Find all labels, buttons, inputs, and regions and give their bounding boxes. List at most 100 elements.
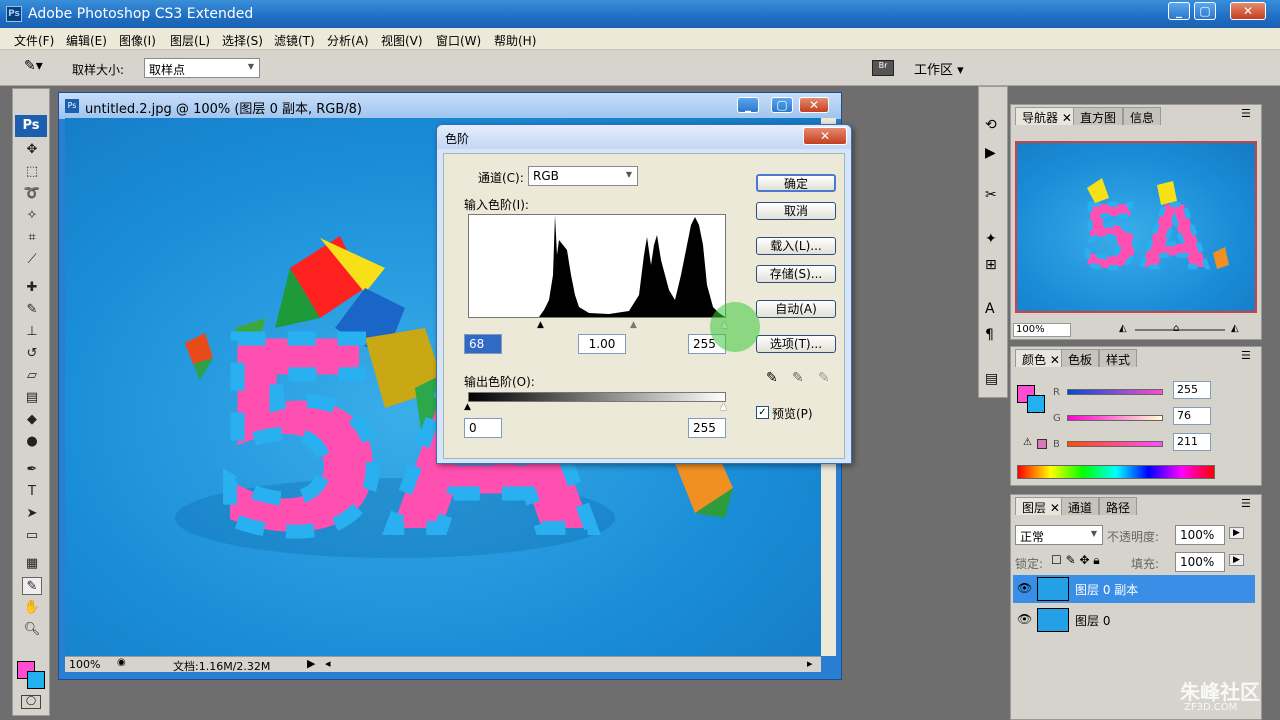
slice-tool-icon[interactable]: ⟋ xyxy=(22,251,42,269)
navigator-thumbnail[interactable]: 5A xyxy=(1015,141,1257,313)
history-icon[interactable]: ⟲ xyxy=(985,117,997,133)
scroll-left-icon[interactable]: ◂ xyxy=(325,657,331,670)
zoom-slider-handle[interactable]: ⌂ xyxy=(1173,323,1179,334)
doc-maximize-button[interactable]: ▢ xyxy=(771,97,793,113)
blur-tool-icon[interactable]: ◆ xyxy=(22,411,42,429)
save-button[interactable]: 存储(S)... xyxy=(756,265,836,283)
menu-image[interactable]: 图像(I) xyxy=(119,32,156,49)
doc-minimize-button[interactable]: _ xyxy=(737,97,759,113)
minimize-button[interactable]: _ xyxy=(1168,2,1190,20)
background-color-swatch[interactable] xyxy=(27,671,45,689)
fill-field[interactable]: 100% xyxy=(1175,552,1225,572)
r-slider[interactable] xyxy=(1067,389,1163,395)
tab-color[interactable]: 颜色 ✕ xyxy=(1015,349,1067,367)
paragraph-icon[interactable]: ¶ xyxy=(985,327,994,343)
menu-file[interactable]: 文件(F) xyxy=(14,32,54,49)
status-menu-arrow-icon[interactable]: ▶ xyxy=(307,657,315,670)
g-slider[interactable] xyxy=(1067,415,1163,421)
menu-analysis[interactable]: 分析(A) xyxy=(327,32,369,49)
input-black-field[interactable]: 68 xyxy=(464,334,502,354)
blend-mode-select[interactable]: 正常 ▼ xyxy=(1015,525,1103,545)
black-output-slider-handle[interactable]: ▲ xyxy=(464,402,471,412)
zoom-in-icon[interactable]: ◭ xyxy=(1231,323,1239,334)
actions-icon[interactable]: ▶ xyxy=(985,145,996,161)
layer-comps-icon[interactable]: ▤ xyxy=(985,371,998,387)
input-gamma-field[interactable]: 1.00 xyxy=(578,334,626,354)
tab-layers[interactable]: 图层 ✕ xyxy=(1015,497,1067,515)
gamut-warning-icon[interactable]: ⚠ xyxy=(1023,437,1032,448)
gray-eyedropper-icon[interactable]: ✎ xyxy=(792,370,804,386)
b-slider[interactable] xyxy=(1067,441,1163,447)
panel-menu-icon[interactable]: ☰ xyxy=(1241,349,1251,362)
fill-arrow-icon[interactable]: ▶ xyxy=(1229,554,1244,566)
eye-icon[interactable]: 👁︎ xyxy=(1017,612,1032,626)
clone-source-icon[interactable]: ⊞ xyxy=(985,257,997,273)
tab-styles[interactable]: 样式 xyxy=(1099,349,1138,367)
history-brush-icon[interactable]: ↺ xyxy=(22,345,42,363)
options-button[interactable]: 选项(T)... xyxy=(756,335,836,353)
r-value[interactable]: 255 xyxy=(1173,381,1211,399)
type-tool-icon[interactable]: T xyxy=(22,483,42,501)
ok-button[interactable]: 确定 xyxy=(756,174,836,192)
load-button[interactable]: 载入(L)... xyxy=(756,237,836,255)
scroll-right-icon[interactable]: ▸ xyxy=(807,657,813,670)
lasso-tool-icon[interactable]: ➰ xyxy=(22,185,42,203)
sample-size-select[interactable]: 取样点 ▼ xyxy=(144,58,260,78)
layer-row[interactable]: 👁︎ 图层 0 副本 xyxy=(1013,575,1255,603)
layer-row[interactable]: 👁︎ 图层 0 xyxy=(1013,606,1255,634)
tab-paths[interactable]: 路径 xyxy=(1099,497,1138,515)
eyedropper-tool-icon[interactable]: ✎ xyxy=(22,577,42,595)
menu-select[interactable]: 选择(S) xyxy=(222,32,263,49)
tab-histogram[interactable]: 直方图 xyxy=(1073,107,1124,125)
b-value[interactable]: 211 xyxy=(1173,433,1211,451)
white-eyedropper-icon[interactable]: ✎ xyxy=(818,370,830,386)
clone-stamp-icon[interactable]: ⊥ xyxy=(22,323,42,341)
auto-button[interactable]: 自动(A) xyxy=(756,300,836,318)
close-button[interactable]: ✕ xyxy=(1230,2,1266,20)
black-eyedropper-icon[interactable]: ✎ xyxy=(766,370,778,386)
tab-channels[interactable]: 通道 xyxy=(1061,497,1100,515)
eyedropper-icon[interactable]: ✎▾ xyxy=(24,58,52,78)
shape-tool-icon[interactable]: ▭ xyxy=(22,527,42,545)
menu-window[interactable]: 窗口(W) xyxy=(436,32,481,49)
menu-help[interactable]: 帮助(H) xyxy=(494,32,536,49)
bg-color-swatch[interactable] xyxy=(1027,395,1045,413)
zoom-tool-icon[interactable]: 🔍︎ xyxy=(22,621,42,639)
maximize-button[interactable]: ▢ xyxy=(1194,2,1216,20)
character-icon[interactable]: A xyxy=(985,301,995,317)
menu-edit[interactable]: 编辑(E) xyxy=(66,32,107,49)
opacity-field[interactable]: 100% xyxy=(1175,525,1225,545)
hand-tool-icon[interactable]: ✋ xyxy=(22,599,42,617)
workspace-button[interactable]: 工作区 ▾ xyxy=(914,59,964,78)
status-icon[interactable]: ◉ xyxy=(117,657,126,668)
opacity-arrow-icon[interactable]: ▶ xyxy=(1229,527,1244,539)
cancel-button[interactable]: 取消 xyxy=(756,202,836,220)
tab-swatches[interactable]: 色板 xyxy=(1061,349,1100,367)
menu-layer[interactable]: 图层(L) xyxy=(170,32,210,49)
panel-menu-icon[interactable]: ☰ xyxy=(1241,107,1251,120)
eye-icon[interactable]: 👁︎ xyxy=(1017,581,1032,595)
brushes-icon[interactable]: ✦ xyxy=(985,231,997,247)
path-select-icon[interactable]: ➤ xyxy=(22,505,42,523)
bridge-icon[interactable]: Br xyxy=(872,60,894,76)
move-tool-icon[interactable]: ✥ xyxy=(22,141,42,159)
channel-select[interactable]: RGB ▼ xyxy=(528,166,638,186)
healing-brush-icon[interactable]: ✚ xyxy=(22,279,42,297)
panel-menu-icon[interactable]: ☰ xyxy=(1241,497,1251,510)
levels-close-button[interactable]: ✕ xyxy=(803,127,847,145)
dodge-tool-icon[interactable]: ● xyxy=(22,433,42,451)
tab-navigator[interactable]: 导航器 ✕ xyxy=(1015,107,1079,125)
gamut-swatch[interactable] xyxy=(1037,439,1047,449)
g-value[interactable]: 76 xyxy=(1173,407,1211,425)
gradient-tool-icon[interactable]: ▤ xyxy=(22,389,42,407)
notes-tool-icon[interactable]: ▦ xyxy=(22,555,42,573)
zoom-level[interactable]: 100% xyxy=(69,658,100,671)
lock-icons[interactable]: ☐ ✎ ✥ 🔒︎ xyxy=(1051,553,1100,568)
pen-tool-icon[interactable]: ✒ xyxy=(22,461,42,479)
output-black-field[interactable]: 0 xyxy=(464,418,502,438)
gamma-slider-handle[interactable]: ▲ xyxy=(630,320,637,330)
zoom-out-icon[interactable]: ◭ xyxy=(1119,323,1127,334)
white-output-slider-handle[interactable]: ▲ xyxy=(720,402,727,412)
eraser-tool-icon[interactable]: ▱ xyxy=(22,367,42,385)
marquee-tool-icon[interactable]: ⬚ xyxy=(22,163,42,181)
